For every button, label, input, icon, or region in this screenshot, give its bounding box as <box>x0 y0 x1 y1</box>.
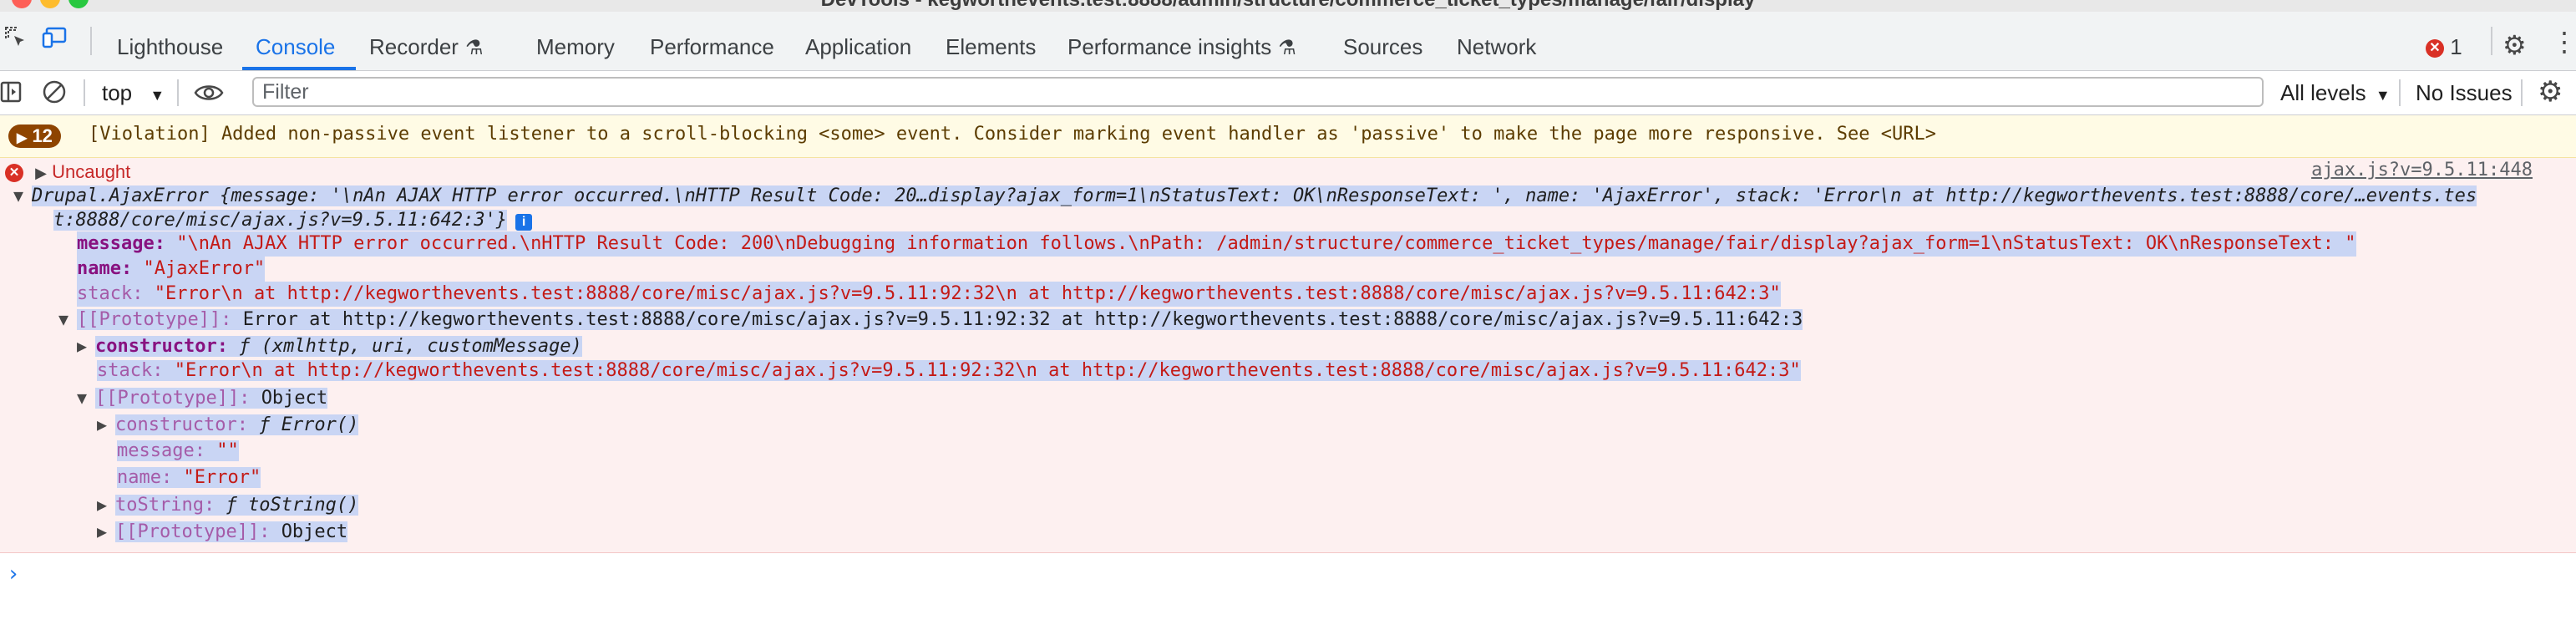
console-settings-gear-icon[interactable]: ⚙ <box>2538 78 2563 106</box>
expand-triangle-icon: ▶ <box>17 131 28 145</box>
log-levels-dropdown[interactable]: All levels ▼ <box>2280 71 2391 114</box>
issues-button[interactable]: No Issues <box>2416 71 2513 114</box>
prop-message: message: "\nAn AJAX HTTP error occurred.… <box>77 231 2356 257</box>
sidebar-toggle-icon[interactable] <box>0 79 23 110</box>
experiment-flask-icon: ⚗ <box>464 37 484 59</box>
error-icon: ✕ <box>2426 39 2444 58</box>
prop-message-empty: message: "" <box>117 440 239 461</box>
experiment-flask-icon: ⚗ <box>1278 37 1296 59</box>
dropdown-arrow-icon: ▼ <box>150 87 165 104</box>
error-counter[interactable]: ✕ 1 <box>2426 12 2462 70</box>
device-toolbar-icon[interactable] <box>42 25 70 56</box>
more-options-icon[interactable]: ⋮ <box>2551 28 2576 55</box>
prototype-error[interactable]: ▼ [[Prototype]]: Error at http://kegworth… <box>58 307 1803 332</box>
collapse-triangle-icon: ▼ <box>58 309 69 329</box>
prop-name-error: name: "Error" <box>117 467 261 488</box>
console-prompt-chevron-icon[interactable]: › <box>7 562 20 587</box>
prototype-object-2[interactable]: ▶ [[Prototype]]: Object <box>97 519 348 544</box>
tab-lighthouse[interactable]: Lighthouse <box>117 12 223 70</box>
toolbar-divider <box>90 27 92 55</box>
error-icon: ✕ <box>5 164 23 183</box>
prop-stack-2: stack: "Error\n at http://kegworthevents… <box>97 360 1801 381</box>
clear-console-icon[interactable] <box>42 79 67 110</box>
prop-constructor[interactable]: ▶ constructor: ƒ (xmlhttp, uri, customMes… <box>77 333 582 358</box>
devtools-tab-bar: Lighthouse Console Recorder ⚗ Memory Perf… <box>0 12 2576 71</box>
tab-elements[interactable]: Elements <box>946 12 1036 70</box>
toolbar-divider <box>177 79 179 106</box>
tab-console[interactable]: Console <box>256 12 335 70</box>
tab-network[interactable]: Network <box>1457 12 1536 70</box>
collapse-triangle-icon: ▼ <box>13 185 24 206</box>
error-object-summary-cont: t:8888/core/misc/ajax.js?v=9.5.11:642:3'… <box>53 208 533 233</box>
prop-tostring[interactable]: ▶ toString: ƒ toString() <box>97 492 359 517</box>
prop-constructor-error[interactable]: ▶ constructor: ƒ Error() <box>97 412 359 437</box>
source-location-link[interactable]: ajax.js?v=9.5.11:448 <box>2311 158 2533 183</box>
expand-triangle-icon: ▶ <box>97 414 108 435</box>
expand-triangle-icon: ▶ <box>97 521 108 541</box>
tab-performance-insights[interactable]: Performance insights ⚗ <box>1067 12 1296 70</box>
tab-performance[interactable]: Performance <box>650 12 774 70</box>
expand-triangle-icon: ▶ <box>35 165 47 181</box>
context-selector[interactable]: top ▼ <box>102 71 165 114</box>
violation-message-row: ▶ 12 [Violation] Added non-passive event… <box>0 115 2576 158</box>
uncaught-header[interactable]: ✕ ▶ Uncaught <box>5 160 130 185</box>
live-expression-eye-icon[interactable] <box>194 81 224 110</box>
toolbar-divider <box>2521 79 2523 106</box>
expand-triangle-icon: ▶ <box>77 336 88 356</box>
toolbar-divider <box>2399 79 2401 106</box>
prop-stack: stack: "Error\n at http://kegworthevents… <box>77 282 1781 307</box>
prop-name: name: "AjaxError" <box>77 257 266 282</box>
uncaught-error-message: ✕ ▶ Uncaught ajax.js?v=9.5.11:448 ▼ Drupa… <box>0 158 2576 553</box>
violation-text: [Violation] Added non-passive event list… <box>89 124 1936 145</box>
window-title-bar: DevTools - kegworthevents.test:8888/admi… <box>0 0 2576 12</box>
toolbar-divider <box>84 79 85 106</box>
tab-application[interactable]: Application <box>805 12 911 70</box>
expand-triangle-icon: ▶ <box>97 495 108 515</box>
inspect-element-icon[interactable] <box>3 25 28 56</box>
error-object-summary[interactable]: ▼ Drupal.AjaxError {message: '\nAn AJAX H… <box>13 183 2477 208</box>
window-title: DevTools - kegworthevents.test:8888/admi… <box>0 0 2576 12</box>
violation-count-badge[interactable]: ▶ 12 <box>8 125 61 148</box>
tab-recorder[interactable]: Recorder ⚗ <box>369 12 483 70</box>
dropdown-arrow-icon: ▼ <box>2375 87 2391 104</box>
toolbar-divider <box>2491 27 2492 55</box>
console-filter-input[interactable] <box>252 77 2264 107</box>
collapse-triangle-icon: ▼ <box>77 388 88 408</box>
tab-sources[interactable]: Sources <box>1343 12 1422 70</box>
active-tab-indicator <box>242 67 356 70</box>
console-toolbar: top ▼ All levels ▼ No Issues ⚙ <box>0 71 2576 115</box>
prototype-object[interactable]: ▼ [[Prototype]]: Object <box>77 385 328 410</box>
settings-gear-icon[interactable]: ⚙ <box>2502 32 2527 58</box>
tab-memory[interactable]: Memory <box>536 12 615 70</box>
info-icon[interactable]: i <box>515 214 533 231</box>
